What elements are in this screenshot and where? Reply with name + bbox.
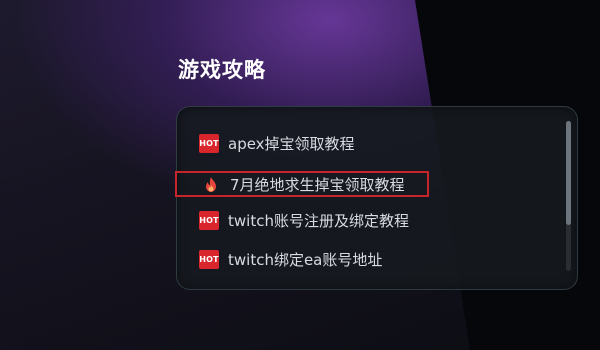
hot-badge-icon: HOT (199, 210, 219, 230)
hot-badge-icon: HOT (199, 249, 219, 269)
guide-item-label: twitch绑定ea账号地址 (228, 250, 383, 269)
guide-item-label: apex掉宝领取教程 (228, 134, 355, 153)
hot-badge-icon: HOT (199, 133, 219, 153)
guide-item-label: 7月绝地求生掉宝领取教程 (230, 175, 405, 194)
guide-item-label: twitch账号注册及绑定教程 (228, 211, 409, 230)
section-title: 游戏攻略 (178, 58, 266, 82)
fire-icon (201, 174, 221, 194)
guide-item-twitch-register[interactable]: HOT twitch账号注册及绑定教程 (199, 206, 559, 234)
scrollbar-track[interactable] (566, 121, 571, 271)
guide-list-panel: HOT apex掉宝领取教程 7月绝地求生掉宝领取教程 HOT twitch账号… (175, 106, 578, 290)
guide-item-apex[interactable]: HOT apex掉宝领取教程 (199, 129, 559, 157)
scrollbar-thumb[interactable] (566, 121, 571, 225)
guide-item-pubg-july[interactable]: 7月绝地求生掉宝领取教程 (175, 171, 429, 197)
guide-item-twitch-ea[interactable]: HOT twitch绑定ea账号地址 (199, 245, 559, 273)
